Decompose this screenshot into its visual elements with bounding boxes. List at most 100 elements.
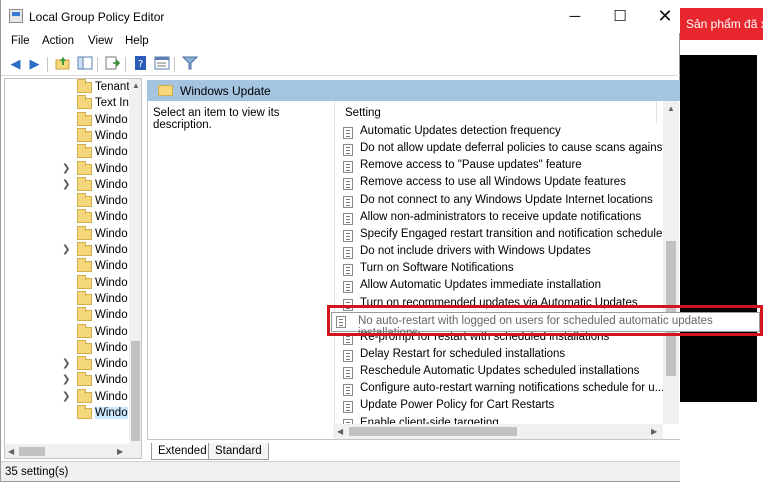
menu-action[interactable]: Action [42,35,74,47]
tree-item-label: Windo [95,390,128,403]
tree-item-label: Windo [95,276,128,289]
setting-row[interactable]: Configure auto-restart warning notificat… [343,381,664,398]
scroll-up-icon[interactable]: ▲ [132,81,140,90]
tree-item[interactable]: ❯ Windo [5,242,129,259]
setting-row[interactable]: Turn on Software Notifications [343,261,663,278]
menu-help[interactable]: Help [125,35,149,47]
setting-row[interactable]: Specify Engaged restart transition and n… [343,227,675,244]
scroll-right-icon[interactable]: ▶ [117,447,123,456]
menu-view[interactable]: View [88,35,113,47]
tree-item[interactable]: Tenant [5,79,130,96]
setting-label: Remove access to "Pause updates" feature [360,159,582,172]
minimize-button[interactable]: ─ [552,0,598,33]
expand-chevron-icon[interactable]: ❯ [62,374,70,385]
tab-standard[interactable]: Standard [208,443,269,460]
export-list-icon[interactable] [104,56,121,72]
setting-row[interactable]: Remove access to "Pause updates" feature [343,158,663,175]
toolbar-separator [125,57,126,72]
folder-icon [77,193,92,208]
folder-icon [77,356,92,371]
tree-item[interactable]: Windo [5,209,129,226]
tree-item[interactable]: Windo [5,193,129,210]
policy-setting-icon [343,144,353,157]
column-header-setting[interactable]: Setting [345,107,381,119]
show-hide-tree-icon[interactable] [76,56,93,72]
setting-row[interactable]: Do not connect to any Windows Update Int… [343,193,663,210]
tree-item[interactable]: Windo [5,111,129,129]
tree-item[interactable]: Windo [5,258,129,275]
tree-horizontal-scrollbar[interactable]: ◀ ▶ [5,444,141,458]
setting-row[interactable]: Automatic Updates detection frequency [343,124,663,141]
settings-vertical-scrollbar[interactable]: ▲ [663,101,679,424]
tree-item-label: Windo [95,178,128,191]
tree-item[interactable]: Windo [5,225,129,243]
tree-item-label: Windo [95,341,128,354]
folder-icon [77,111,92,126]
tree-item[interactable]: Windo [5,290,129,308]
setting-row[interactable]: Remove access to use all Windows Update … [343,175,663,192]
tree-item[interactable]: Windo [5,274,129,292]
filter-icon[interactable] [181,56,198,72]
tree-vertical-scrollbar[interactable]: ▲ [129,79,141,444]
toolbar-separator [174,57,175,72]
folder-icon [158,85,173,96]
tree-item-label: Windo [95,407,128,419]
setting-row[interactable]: Allow non-administrators to receive upda… [343,210,663,227]
tree-item[interactable]: ❯ Windo [5,388,129,406]
settings-hscroll-thumb[interactable] [349,427,517,436]
scroll-up-icon[interactable]: ▲ [667,104,675,113]
expand-chevron-icon[interactable]: ❯ [62,391,70,402]
tree-item[interactable]: ❯ Windo [5,160,129,178]
setting-row[interactable]: Allow Automatic Updates immediate instal… [343,278,663,295]
setting-label: Turn on Software Notifications [360,262,514,275]
tree-item[interactable]: Windo [5,144,129,161]
menu-file[interactable]: File [11,35,30,47]
title-bar[interactable]: Local Group Policy Editor ─ ☐ ✕ [1,0,680,33]
help-icon[interactable]: ? [132,56,149,72]
setting-row[interactable]: Do not allow update deferral policies to… [343,141,678,158]
maximize-button[interactable]: ☐ [597,0,643,33]
properties-icon[interactable] [153,56,170,72]
toolbar-separator [97,57,98,72]
settings-horizontal-scrollbar[interactable]: ◀ ▶ [333,424,663,439]
policy-setting-icon [343,212,353,225]
folder-icon [77,339,92,354]
folder-icon [77,274,92,289]
expand-chevron-icon[interactable]: ❯ [62,358,70,369]
status-bar: 35 setting(s) [1,461,680,481]
tree-item[interactable]: Windo [5,339,129,357]
setting-row[interactable]: Update Power Policy for Cart Restarts [343,398,663,415]
close-button[interactable]: ✕ [642,0,688,33]
tree-item-label: Windo [95,292,128,305]
tree-item[interactable]: Text In [5,95,129,112]
tree-item[interactable]: ❯ Windo [5,176,129,194]
setting-row[interactable]: Delay Restart for scheduled installation… [343,347,663,364]
expand-chevron-icon[interactable]: ❯ [62,179,70,190]
tree-hscroll-thumb[interactable] [19,447,45,456]
policy-setting-icon [343,229,353,242]
scroll-left-icon[interactable]: ◀ [337,427,343,436]
policy-setting-icon [343,349,353,362]
forward-arrow-icon[interactable]: ▶ [26,56,43,72]
tree-item[interactable]: ❯ Windo [5,372,129,389]
tree-item[interactable]: Windo [5,127,129,145]
expand-chevron-icon[interactable]: ❯ [62,244,70,255]
expand-chevron-icon[interactable]: ❯ [62,163,70,174]
scroll-right-icon[interactable]: ▶ [651,427,657,436]
tab-extended[interactable]: Extended [151,443,214,460]
tree-item[interactable]: Windo [5,405,129,422]
tree-scroll-thumb[interactable] [131,341,140,441]
tree-item[interactable]: Windo [5,307,129,324]
tree-item[interactable]: Windo [5,323,129,341]
tree-item[interactable]: ❯ Windo [5,356,129,373]
setting-row[interactable]: Reschedule Automatic Updates scheduled i… [343,364,663,381]
setting-row[interactable]: Do not include drivers with Windows Upda… [343,244,663,261]
up-folder-icon[interactable] [54,56,71,72]
tree-item-label: Tenant [95,81,130,93]
scroll-left-icon[interactable]: ◀ [8,447,14,456]
folder-icon [77,258,92,273]
folder-icon [77,405,92,419]
tree-item-label: Windo [95,146,128,159]
back-arrow-icon[interactable]: ◀ [7,56,24,72]
setting-label: Remove access to use all Windows Update … [360,176,626,189]
